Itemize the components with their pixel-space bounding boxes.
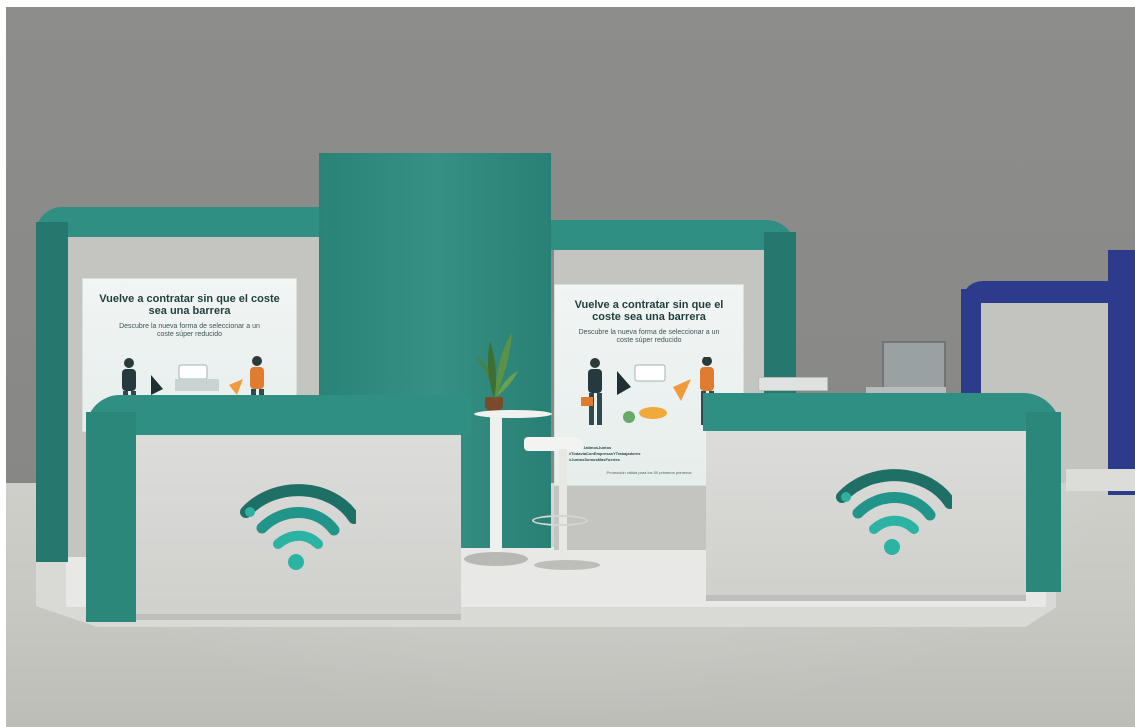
wifi-logo-icon: [240, 484, 356, 570]
laptop-screen: [882, 341, 946, 389]
right-counter-side: [1026, 412, 1061, 592]
stool-base: [534, 560, 600, 570]
poster-title: Vuelve a contratar sin que el coste sea …: [574, 299, 724, 323]
poster-title: Vuelve a contratar sin que el coste sea …: [99, 293, 280, 317]
poster-subtitle: Descubre la nueva forma de seleccionar a…: [119, 323, 260, 338]
left-counter-top: [86, 395, 471, 435]
poster-hashtag: #TodaviaConEmpresasYTrabajadores: [569, 451, 641, 456]
poster-subtitle: Descubre la nueva forma de seleccionar a…: [578, 329, 720, 344]
high-table-stem: [490, 417, 502, 557]
right-arch-top: [551, 220, 796, 250]
right-counter-top: [703, 393, 1061, 431]
neighbor-booth-arch: [961, 281, 1111, 303]
neighbor-booth-plinth: [1066, 469, 1135, 491]
stool-footrest: [532, 515, 588, 526]
stool-stem: [559, 449, 567, 567]
exhibition-booth-render: Vuelve a contratar sin que el coste sea …: [6, 7, 1135, 727]
left-counter-side: [86, 412, 136, 622]
high-table-top: [474, 410, 552, 418]
potted-plant-icon: [476, 333, 518, 401]
left-arch-top: [36, 207, 326, 237]
desk-device: [758, 377, 828, 391]
stool-seat: [524, 437, 584, 451]
wifi-logo-icon: [836, 469, 952, 555]
neighbor-booth-post: [1108, 250, 1135, 495]
poster-hashtag: #JuntosSomosMasFuertes: [569, 457, 620, 462]
high-table-base: [464, 552, 528, 566]
left-arch-side: [36, 222, 68, 562]
